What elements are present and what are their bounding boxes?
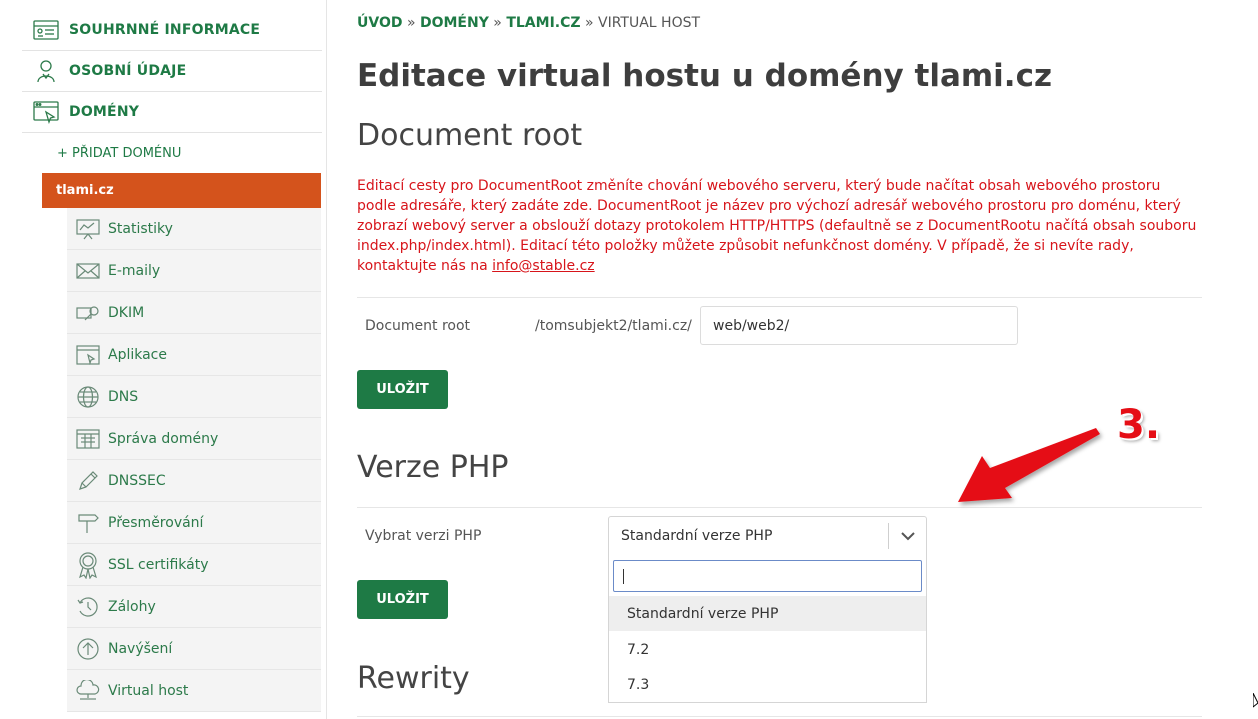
divider (357, 716, 1202, 717)
breadcrumb-domains[interactable]: DOMÉNY (420, 15, 489, 31)
submenu-item-label: Přesměrování (108, 514, 204, 531)
submenu-item-upgrade[interactable]: Navýšení (67, 628, 321, 670)
submenu-item-statistics[interactable]: Statistiky (67, 208, 321, 250)
domain-management-icon (67, 428, 108, 450)
php-version-selected: Standardní verze PHP (621, 528, 773, 544)
annotation-step-number: 3. (1117, 402, 1161, 448)
person-icon (22, 58, 69, 84)
key-icon (67, 303, 108, 323)
submenu-item-emails[interactable]: E-maily (67, 250, 321, 292)
submenu-item-applications[interactable]: Aplikace (67, 334, 321, 376)
submenu-item-label: SSL certifikáty (108, 556, 209, 573)
php-version-dropdown: Standardní verze PHP 7.2 7.3 (608, 555, 927, 703)
breadcrumb-separator: » (584, 15, 594, 31)
sidebar-item-label: SOUHRNNÉ INFORMACE (69, 22, 261, 38)
submenu-item-label: Aplikace (108, 346, 167, 363)
contact-email-link[interactable]: info@stable.cz (492, 258, 595, 274)
document-root-heading: Document root (357, 118, 583, 153)
mouse-cursor-icon (1253, 693, 1258, 708)
annotation-arrow-icon (958, 428, 1100, 502)
breadcrumb-separator: » (493, 15, 502, 31)
sidebar-item-active-domain[interactable]: tlami.cz (42, 173, 321, 208)
cloud-icon (67, 679, 108, 702)
domain-submenu: Statistiky E-maily DKIM Aplikace DNS Spr… (67, 208, 321, 712)
domains-icon (22, 100, 69, 124)
sidebar-item-domains[interactable]: DOMÉNY (22, 92, 322, 133)
submenu-item-virtual-host[interactable]: Virtual host (67, 670, 321, 712)
statistics-icon (67, 218, 108, 240)
text-caret (623, 569, 624, 584)
arrow-up-circle-icon (67, 637, 108, 661)
sidebar-item-label: DOMÉNY (69, 104, 140, 120)
submenu-item-dns[interactable]: DNS (67, 376, 321, 418)
sidebar-item-summary[interactable]: SOUHRNNÉ INFORMACE (22, 10, 322, 51)
submenu-item-label: DKIM (108, 304, 145, 321)
save-php-version-button[interactable]: ULOŽIT (357, 580, 448, 619)
dropdown-search-input[interactable] (613, 560, 922, 592)
document-root-label: Document root (365, 318, 471, 334)
php-version-heading: Verze PHP (357, 450, 509, 485)
warning-text: Editací cesty pro DocumentRoot změníte c… (357, 178, 1197, 274)
submenu-item-backups[interactable]: Zálohy (67, 586, 321, 628)
divider (357, 297, 1202, 298)
submenu-item-label: DNS (108, 388, 139, 405)
chevron-down-icon[interactable] (889, 531, 926, 541)
sidebar-item-personal[interactable]: OSOBNÍ ÚDAJE (22, 51, 322, 92)
submenu-item-label: Virtual host (108, 682, 189, 699)
add-domain-link[interactable]: + PŘIDAT DOMÉNU (22, 133, 322, 173)
page-title: Editace virtual hostu u domény tlami.cz (357, 58, 1053, 94)
submenu-item-ssl[interactable]: SSL certifikáty (67, 544, 321, 586)
signpost-icon (67, 511, 108, 535)
submenu-item-label: Správa domény (108, 430, 219, 447)
document-root-warning: Editací cesty pro DocumentRoot změníte c… (357, 176, 1202, 276)
php-version-select[interactable]: Standardní verze PHP (608, 516, 927, 556)
summary-icon (22, 18, 69, 42)
document-root-input[interactable] (700, 306, 1018, 345)
application-icon (67, 344, 108, 366)
breadcrumb-home[interactable]: ÚVOD (357, 15, 402, 31)
submenu-item-label: DNSSEC (108, 472, 166, 489)
sidebar: SOUHRNNÉ INFORMACE OSOBNÍ ÚDAJE DOMÉNY +… (22, 10, 322, 712)
submenu-item-dkim[interactable]: DKIM (67, 292, 321, 334)
ssl-badge-icon (67, 551, 108, 579)
email-icon (67, 261, 108, 281)
document-root-prefix: /tomsubjekt2/tlami.cz/ (535, 318, 692, 334)
sidebar-item-label: OSOBNÍ ÚDAJE (69, 63, 187, 79)
dropdown-option[interactable]: 7.2 (609, 632, 926, 667)
breadcrumb-separator: » (406, 15, 416, 31)
submenu-item-label: Zálohy (108, 598, 156, 615)
dropdown-option[interactable]: Standardní verze PHP (609, 596, 926, 631)
breadcrumb-domain[interactable]: TLAMI.CZ (506, 15, 580, 31)
submenu-item-redirects[interactable]: Přesměrování (67, 502, 321, 544)
php-version-label: Vybrat verzi PHP (365, 528, 482, 544)
save-document-root-button[interactable]: ULOŽIT (357, 370, 448, 409)
sidebar-divider (326, 0, 327, 719)
submenu-item-dnssec[interactable]: DNSSEC (67, 460, 321, 502)
submenu-item-label: Navýšení (108, 640, 173, 657)
breadcrumb-current: VIRTUAL HOST (598, 15, 701, 31)
submenu-item-domain-management[interactable]: Správa domény (67, 418, 321, 460)
backup-clock-icon (67, 595, 108, 619)
pen-icon (67, 469, 108, 493)
submenu-item-label: E-maily (108, 262, 161, 279)
dropdown-option[interactable]: 7.3 (609, 667, 926, 702)
submenu-item-label: Statistiky (108, 220, 173, 237)
globe-icon (67, 385, 108, 409)
rewrites-heading: Rewrity (357, 661, 470, 696)
breadcrumb: ÚVOD » DOMÉNY » TLAMI.CZ » VIRTUAL HOST (357, 15, 700, 31)
